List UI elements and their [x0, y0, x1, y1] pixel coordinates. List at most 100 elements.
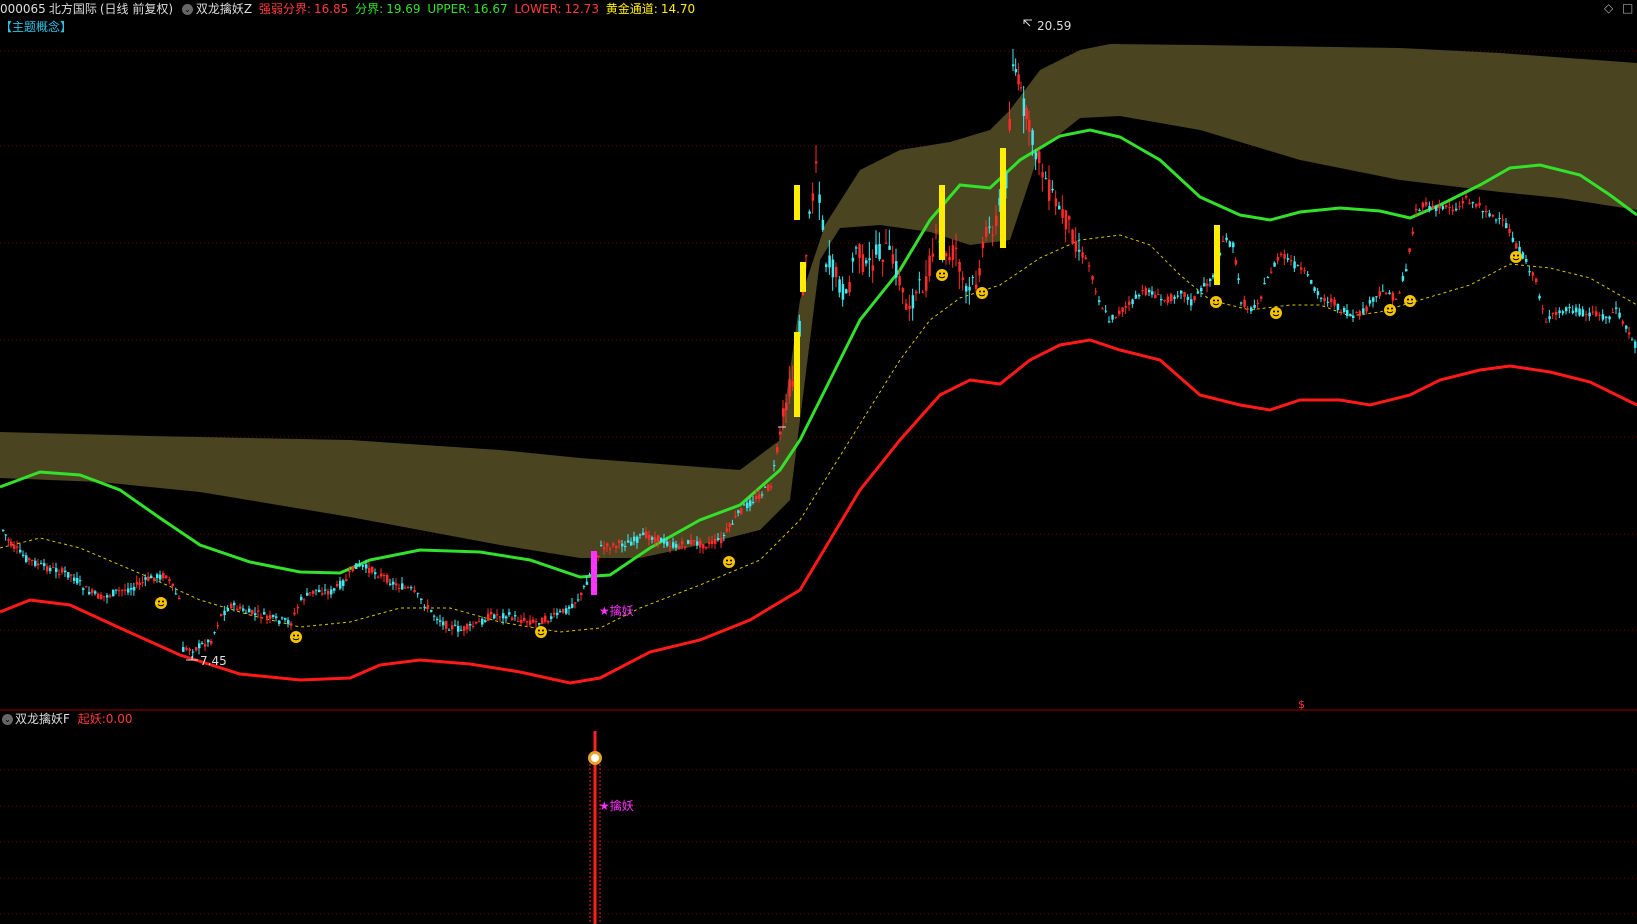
candle-body [1555, 311, 1558, 315]
diamond-icon[interactable]: ◇ [1604, 1, 1613, 15]
candle-body [168, 579, 171, 582]
restore-icon[interactable]: □ [1622, 1, 1633, 15]
candle-body [1020, 87, 1023, 89]
candle-body [696, 541, 699, 546]
candle-body [1625, 325, 1628, 329]
candle-body [178, 597, 181, 600]
candle-body [1228, 241, 1232, 247]
candle-body [2, 529, 5, 531]
candle-body [825, 264, 828, 267]
candle-body [1234, 260, 1238, 265]
candle-body [355, 563, 358, 569]
candle-body [734, 516, 737, 518]
candle-body [1064, 210, 1068, 230]
candle-body [720, 537, 723, 544]
candle-body [1333, 299, 1336, 306]
smiley-eye [943, 272, 945, 275]
candle-body [514, 615, 517, 617]
stock-name[interactable]: 北方国际 [49, 2, 97, 16]
candle-body [1481, 210, 1485, 213]
candle-body [171, 583, 174, 587]
smiley-face [1384, 304, 1396, 316]
candle-body [1368, 300, 1372, 304]
smiley-eye [542, 629, 544, 632]
candle-body [1054, 198, 1058, 207]
signal-label-sub: ★擒妖 [599, 798, 634, 813]
candle-body [410, 587, 413, 589]
candle-body [1022, 98, 1026, 116]
candle-body [881, 259, 885, 262]
sub-indicator-name[interactable]: 双龙擒妖F [15, 712, 70, 726]
smiley-icon [1384, 304, 1396, 316]
candle-body [532, 619, 535, 623]
chevron-down-icon[interactable]: ⌄ [2, 714, 13, 725]
smiley-face [290, 631, 302, 643]
candle-body [612, 543, 615, 546]
chevron-down-icon[interactable]: ⌄ [181, 4, 193, 15]
candle-body [981, 241, 985, 249]
candle-body [636, 536, 639, 543]
period-label[interactable]: (日线 前复权) [100, 2, 173, 16]
candle-body [1250, 307, 1253, 312]
candle-body [1104, 310, 1108, 312]
weak-label: 强弱分界: [258, 2, 311, 16]
candle-body [740, 508, 743, 514]
candle-body [1355, 312, 1358, 314]
candle-body [198, 643, 201, 649]
candle-body [1621, 321, 1625, 324]
candle-body [79, 580, 82, 582]
candle-body [1263, 282, 1266, 285]
candle-body [100, 594, 103, 599]
candle-body [788, 379, 791, 397]
candle-body [1418, 210, 1421, 212]
candle-body [389, 583, 392, 585]
candle-body [423, 606, 426, 608]
candle-body [40, 563, 43, 565]
candle-body [1114, 316, 1118, 318]
candle-body [821, 219, 825, 230]
upper-value: 16.67 [473, 2, 508, 16]
candle-body [931, 253, 935, 257]
upper-label: UPPER: [427, 2, 471, 16]
smiley-icon [535, 626, 547, 638]
candle-body [1405, 269, 1408, 272]
candle-body [442, 621, 445, 626]
candle-body [371, 566, 374, 573]
kline-chart[interactable]: ★擒妖 20.59 7.45 ★擒妖 $ [0, 0, 1637, 924]
candle-body [445, 621, 448, 629]
sub-param-value: 0.00 [105, 712, 133, 726]
candle-body [520, 620, 523, 623]
candle-body [517, 620, 520, 622]
candle-body [559, 611, 562, 613]
candle-body [1260, 296, 1263, 299]
indicator-name[interactable]: 双龙擒妖Z [196, 2, 252, 16]
candle-body [1531, 272, 1535, 276]
candle-body [1634, 341, 1637, 348]
candle-body [333, 588, 336, 591]
candle-body [1358, 311, 1362, 317]
candle-body [1151, 291, 1154, 295]
candle-body [361, 565, 365, 567]
chart-annotations: 20.59 7.45 ★擒妖 $ [186, 19, 1305, 711]
candle-body [230, 603, 233, 609]
topic-concept-link[interactable]: 【主题概念】 [0, 19, 72, 35]
candle-body [1505, 223, 1508, 229]
candle-body [1084, 257, 1088, 260]
stock-code[interactable]: 000065 [0, 2, 46, 16]
candle-body [85, 586, 88, 588]
candle-body [971, 277, 975, 279]
candle-body [1296, 265, 1300, 267]
candle-body [97, 593, 100, 599]
candle-body [951, 245, 955, 261]
candle-body [303, 599, 306, 601]
candle-body [25, 555, 28, 562]
smiley-eye [983, 290, 985, 293]
candle-body [915, 291, 918, 294]
candle-body [1283, 253, 1286, 259]
candle-body [746, 502, 749, 509]
candle-body [318, 589, 321, 593]
candle-body [1336, 303, 1340, 311]
candle-body [487, 613, 490, 621]
candle-body [1098, 300, 1101, 303]
candle-body [395, 583, 398, 586]
